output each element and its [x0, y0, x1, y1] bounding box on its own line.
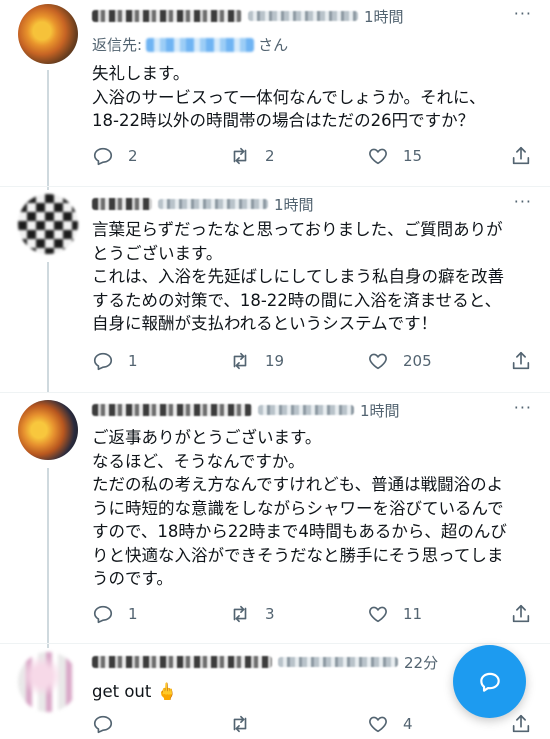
display-name[interactable]	[92, 404, 252, 416]
share-button[interactable]	[510, 603, 532, 625]
reply-count: 1	[128, 352, 138, 370]
like-count: 11	[403, 605, 423, 623]
username[interactable]	[258, 405, 354, 415]
share-button[interactable]	[510, 350, 532, 372]
timestamp[interactable]: 1時間	[274, 194, 314, 215]
reply-to-label: 返信先:	[92, 36, 143, 54]
tweet-actions: 1 19 205	[92, 350, 532, 376]
share-button[interactable]	[510, 713, 532, 735]
tweet-actions: 4	[92, 713, 532, 739]
like-button[interactable]: 15	[367, 145, 422, 167]
reply-icon	[93, 715, 113, 734]
username[interactable]	[278, 657, 398, 667]
tweet-header: 1時間	[92, 398, 510, 422]
retweet-button[interactable]: 19	[229, 350, 284, 372]
like-button[interactable]: 4	[367, 713, 413, 735]
like-count: 205	[403, 352, 432, 370]
more-icon[interactable]: ···	[514, 4, 532, 23]
compose-reply-icon	[479, 672, 500, 692]
compose-reply-button[interactable]	[453, 645, 526, 718]
tweet-header: 22分	[92, 650, 510, 674]
reply-icon	[93, 605, 113, 624]
tweet-actions: 1 3 11	[92, 603, 532, 629]
reply-to-handle[interactable]	[146, 37, 255, 52]
reply-button[interactable]: 1	[92, 350, 138, 372]
reply-button[interactable]: 1	[92, 603, 138, 625]
reply-to: 返信先: さん	[92, 34, 288, 55]
like-button[interactable]: 11	[367, 603, 422, 625]
tweet-text: 失礼します。 入浴のサービスって一体何なんでしょうか。それに、 18-22時以外…	[92, 64, 486, 130]
avatar[interactable]	[18, 4, 78, 64]
tweet-header: 1時間	[92, 4, 510, 28]
like-count: 15	[403, 147, 423, 165]
reply-count: 2	[128, 147, 138, 165]
tweet-text: 言葉足らずだったなと思っておりました、ご質問ありが とうございます。 これは、入…	[92, 220, 505, 333]
reply-button[interactable]	[92, 713, 128, 735]
retweet-icon	[233, 352, 247, 370]
avatar[interactable]	[18, 400, 78, 460]
retweet-count: 2	[265, 147, 275, 165]
like-button[interactable]: 205	[367, 350, 432, 372]
retweet-icon	[233, 605, 247, 623]
avatar[interactable]	[18, 194, 78, 254]
more-icon[interactable]: ···	[514, 398, 532, 417]
heart-icon	[369, 606, 387, 623]
tweet[interactable]: 1時間 ··· ご返事ありがとうございます。 なるほど、そうなんですか。 ただの…	[0, 398, 550, 638]
share-button[interactable]	[510, 145, 532, 167]
retweet-icon	[233, 147, 247, 165]
display-name[interactable]	[92, 198, 152, 210]
tweet[interactable]: 1時間 ··· 言葉足らずだったなと思っておりました、ご質問ありが とうございま…	[0, 192, 550, 387]
timestamp[interactable]: 1時間	[364, 6, 404, 27]
reply-to-suffix: さん	[258, 36, 289, 54]
timestamp[interactable]: 1時間	[360, 400, 400, 421]
tweet[interactable]: 1時間 ··· 返信先: さん 失礼します。 入浴のサービスって一体何なんでしょ…	[0, 0, 550, 185]
heart-icon	[369, 148, 387, 165]
share-icon	[512, 146, 530, 165]
share-icon	[512, 604, 530, 623]
avatar[interactable]	[18, 652, 78, 712]
like-count: 4	[403, 715, 413, 733]
divider	[0, 643, 550, 644]
reply-icon	[93, 147, 113, 166]
reply-icon	[93, 352, 113, 371]
retweet-count: 3	[265, 605, 275, 623]
username[interactable]	[158, 199, 268, 209]
retweet-count: 19	[265, 352, 285, 370]
heart-icon	[369, 716, 387, 733]
display-name[interactable]	[92, 656, 272, 668]
username[interactable]	[248, 11, 358, 21]
reply-button[interactable]: 2	[92, 145, 138, 167]
retweet-button[interactable]: 3	[229, 603, 275, 625]
tweet-text: ご返事ありがとうございます。 なるほど、そうなんですか。 ただの私の考え方なんで…	[92, 428, 507, 588]
retweet-button[interactable]	[229, 713, 265, 735]
heart-icon	[369, 353, 387, 370]
share-icon	[512, 351, 530, 370]
timestamp[interactable]: 22分	[404, 652, 438, 673]
divider	[0, 392, 550, 393]
display-name[interactable]	[92, 10, 242, 22]
tweet-header: 1時間	[92, 192, 510, 216]
tweet-actions: 2 2 15	[92, 145, 532, 171]
retweet-icon	[233, 715, 247, 733]
more-icon[interactable]: ···	[514, 192, 532, 211]
share-icon	[512, 714, 530, 733]
reply-count: 1	[128, 605, 138, 623]
retweet-button[interactable]: 2	[229, 145, 275, 167]
divider	[0, 186, 550, 187]
